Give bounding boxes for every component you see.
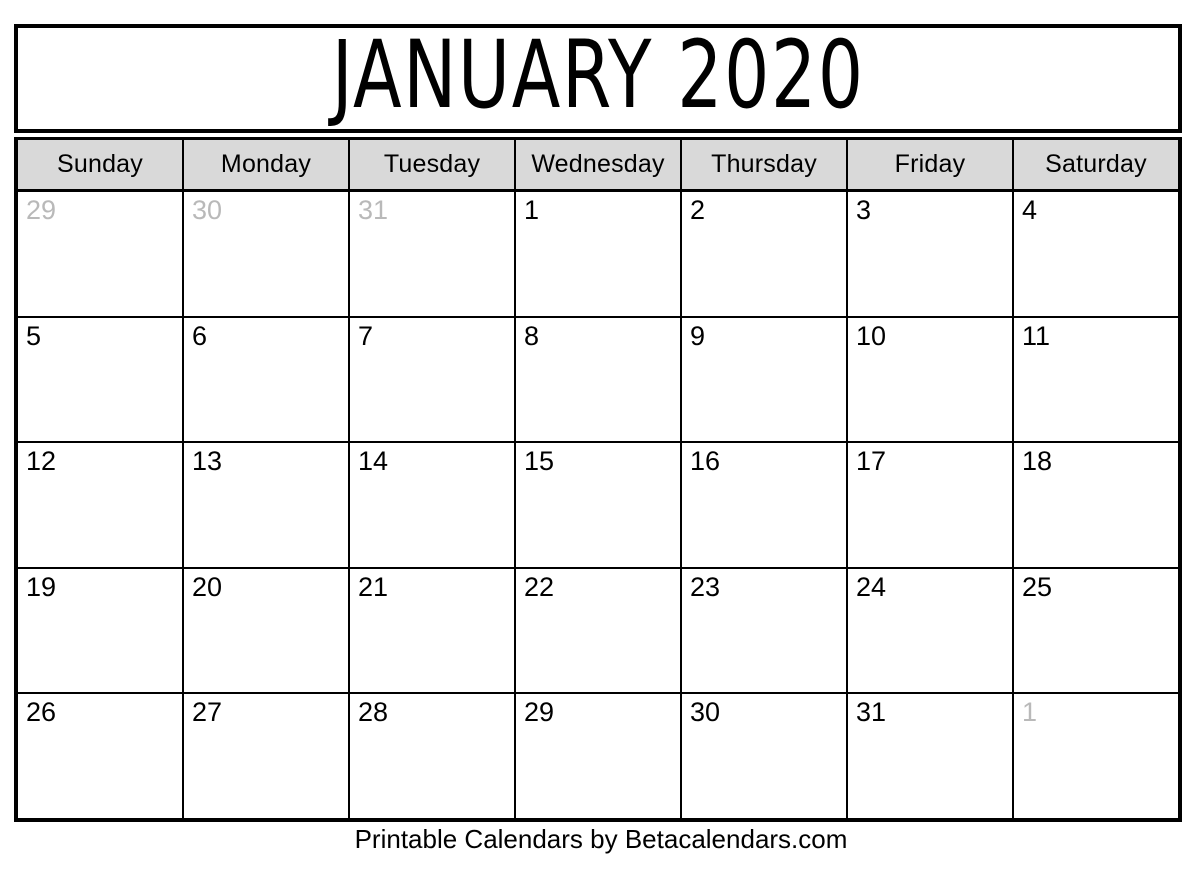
calendar-day-cell[interactable]: 1: [516, 192, 682, 316]
calendar-day-cell[interactable]: 22: [516, 568, 682, 693]
day-number: 15: [524, 446, 555, 477]
calendar-page: JANUARY 2020 Sunday Monday Tuesday Wedne…: [0, 0, 1202, 869]
day-number: 22: [524, 571, 555, 602]
calendar-day-cell[interactable]: 31: [350, 192, 516, 316]
calendar-day-cell[interactable]: 28: [350, 694, 516, 818]
calendar-day-cell[interactable]: 29: [18, 192, 184, 316]
day-number: 29: [26, 195, 57, 225]
day-number: 27: [192, 697, 223, 728]
day-number: 5: [26, 320, 42, 351]
day-number: 30: [690, 697, 721, 728]
day-number: 17: [856, 446, 887, 477]
calendar-title-banner: JANUARY 2020: [14, 24, 1182, 133]
calendar-day-cell[interactable]: 14: [350, 443, 516, 567]
calendar-day-cell[interactable]: 1: [1014, 694, 1178, 818]
footer-credit: Printable Calendars by Betacalendars.com: [354, 824, 848, 854]
calendar-day-cell[interactable]: 17: [848, 443, 1014, 567]
day-number: 20: [192, 571, 223, 602]
calendar-day-cell[interactable]: 9: [682, 317, 848, 442]
calendar-weeks-body: 29 30 31 1 2 3 4 5 6 7 8 9 10 11 12 13 14 15 16 17 18 19 20 21 2…: [18, 192, 1178, 818]
calendar-day-cell[interactable]: 26: [18, 694, 184, 818]
calendar-day-cell[interactable]: 13: [184, 443, 350, 567]
calendar-day-cell[interactable]: 16: [682, 443, 848, 567]
calendar-day-cell[interactable]: 18: [1014, 443, 1178, 567]
day-number: 25: [1022, 571, 1053, 602]
calendar-day-cell[interactable]: 30: [682, 694, 848, 818]
weekday-header-label: Wednesday: [531, 150, 665, 178]
calendar-week-row: 29 30 31 1 2 3 4: [18, 192, 1178, 318]
day-number: 26: [26, 697, 57, 728]
calendar-day-cell[interactable]: 21: [350, 568, 516, 693]
calendar-day-cell[interactable]: 27: [184, 694, 350, 818]
day-number: 18: [1022, 446, 1053, 477]
day-number: 31: [856, 697, 887, 728]
weekday-header-label: Tuesday: [383, 150, 481, 178]
calendar-day-cell[interactable]: 12: [18, 443, 184, 567]
calendar-day-cell[interactable]: 30: [184, 192, 350, 316]
calendar-day-cell[interactable]: 10: [848, 317, 1014, 442]
day-number: 12: [26, 446, 57, 477]
calendar-day-cell[interactable]: 7: [350, 317, 516, 442]
day-number: 11: [1022, 320, 1051, 351]
weekday-header-label: Friday: [894, 150, 966, 178]
day-number: 21: [358, 571, 389, 602]
page-title: JANUARY 2020: [331, 24, 865, 130]
weekday-header-label: Sunday: [57, 150, 143, 178]
calendar-day-cell[interactable]: 29: [516, 694, 682, 818]
day-number: 28: [358, 697, 389, 728]
calendar-day-cell[interactable]: 15: [516, 443, 682, 567]
calendar-day-cell[interactable]: 3: [848, 192, 1014, 316]
day-number: 14: [358, 446, 389, 477]
day-number: 2: [690, 195, 706, 225]
calendar-day-cell[interactable]: 31: [848, 694, 1014, 818]
day-number: 1: [524, 195, 540, 225]
calendar-grid: Sunday Monday Tuesday Wednesday Thursday…: [14, 137, 1182, 822]
day-number: 8: [524, 320, 540, 351]
day-number: 23: [690, 571, 721, 602]
day-number: 29: [524, 697, 555, 728]
calendar-day-cell[interactable]: 8: [516, 317, 682, 442]
weekday-header-thursday: Thursday: [682, 140, 848, 189]
day-number: 31: [358, 195, 389, 225]
weekday-header-monday: Monday: [184, 140, 350, 189]
weekday-header-friday: Friday: [848, 140, 1014, 189]
day-number: 16: [690, 446, 721, 477]
calendar-day-cell[interactable]: 20: [184, 568, 350, 693]
calendar-week-row: 19 20 21 22 23 24 25: [18, 568, 1178, 695]
weekday-header-sunday: Sunday: [18, 140, 184, 189]
calendar-day-cell[interactable]: 4: [1014, 192, 1178, 316]
day-number: 10: [856, 320, 887, 351]
day-number: 9: [690, 320, 706, 351]
day-number: 19: [26, 571, 57, 602]
day-number: 6: [192, 320, 208, 351]
calendar-day-cell[interactable]: 6: [184, 317, 350, 442]
calendar-week-row: 5 6 7 8 9 10 11: [18, 317, 1178, 444]
calendar-day-cell[interactable]: 2: [682, 192, 848, 316]
weekday-header-wednesday: Wednesday: [516, 140, 682, 189]
day-number: 24: [856, 571, 887, 602]
weekday-header-tuesday: Tuesday: [350, 140, 516, 189]
weekday-header-row: Sunday Monday Tuesday Wednesday Thursday…: [18, 140, 1178, 192]
day-number: 1: [1022, 697, 1038, 728]
calendar-day-cell[interactable]: 24: [848, 568, 1014, 693]
day-number: 4: [1022, 195, 1038, 225]
calendar-day-cell[interactable]: 11: [1014, 317, 1178, 442]
calendar-day-cell[interactable]: 25: [1014, 568, 1178, 693]
weekday-header-label: Saturday: [1045, 150, 1147, 178]
weekday-header-label: Monday: [220, 150, 312, 178]
day-number: 13: [192, 446, 223, 477]
weekday-header-saturday: Saturday: [1014, 140, 1178, 189]
calendar-day-cell[interactable]: 23: [682, 568, 848, 693]
calendar-week-row: 26 27 28 29 30 31 1: [18, 694, 1178, 818]
day-number: 30: [192, 195, 223, 225]
day-number: 7: [358, 320, 374, 351]
weekday-header-label: Thursday: [711, 150, 817, 178]
day-number: 3: [856, 195, 872, 225]
calendar-day-cell[interactable]: 19: [18, 568, 184, 693]
calendar-day-cell[interactable]: 5: [18, 317, 184, 442]
calendar-week-row: 12 13 14 15 16 17 18: [18, 443, 1178, 569]
